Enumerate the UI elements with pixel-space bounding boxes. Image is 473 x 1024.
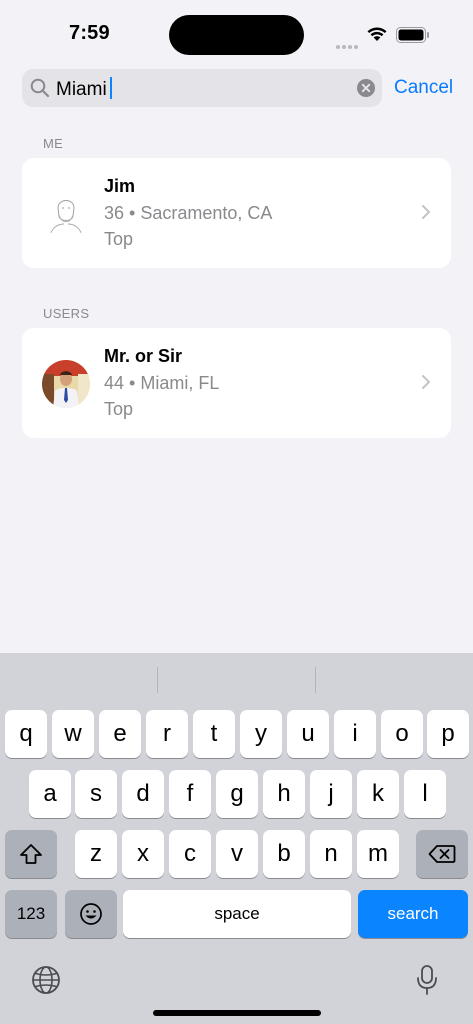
key-p[interactable]: p — [427, 710, 469, 758]
user-tag: Top — [104, 229, 134, 249]
wifi-icon — [367, 27, 387, 41]
text-cursor — [109, 77, 112, 99]
key-w[interactable]: w — [52, 710, 94, 758]
key-d[interactable]: d — [122, 770, 164, 818]
globe-icon[interactable] — [31, 965, 61, 995]
chevron-right-icon — [422, 205, 430, 219]
key-q[interactable]: q — [5, 710, 47, 758]
search-input[interactable]: Miami — [56, 77, 112, 101]
key-r[interactable]: r — [146, 710, 188, 758]
numbers-key[interactable]: 123 — [5, 890, 57, 938]
key-f[interactable]: f — [169, 770, 211, 818]
list-item-me[interactable]: Jim 36 • Sacramento, CA Top — [22, 158, 451, 268]
key-v[interactable]: v — [216, 830, 258, 878]
suggestion-divider — [157, 667, 158, 693]
user-age-location: 36 • Sacramento, CA — [104, 203, 273, 223]
search-query: Miami — [56, 79, 107, 100]
key-g[interactable]: g — [216, 770, 258, 818]
key-e[interactable]: e — [99, 710, 141, 758]
key-z[interactable]: z — [75, 830, 117, 878]
section-header-me: ME — [43, 136, 64, 151]
key-m[interactable]: m — [357, 830, 399, 878]
key-u[interactable]: u — [287, 710, 329, 758]
key-x[interactable]: x — [122, 830, 164, 878]
status-bar: 7:59 — [0, 0, 473, 60]
shift-icon — [20, 844, 42, 864]
key-a[interactable]: a — [29, 770, 71, 818]
key-n[interactable]: n — [310, 830, 352, 878]
key-i[interactable]: i — [334, 710, 376, 758]
key-l[interactable]: l — [404, 770, 446, 818]
avatar — [42, 360, 90, 408]
section-header-users: USERS — [43, 306, 90, 321]
chevron-right-icon — [422, 375, 430, 389]
space-key[interactable]: space — [123, 890, 351, 938]
emoji-key[interactable] — [65, 890, 117, 938]
suggestion-divider — [315, 667, 316, 693]
clear-icon[interactable] — [357, 79, 375, 97]
user-tag: Top — [104, 399, 134, 419]
sketch-portrait-icon — [42, 190, 90, 238]
key-b[interactable]: b — [263, 830, 305, 878]
user-name: Jim — [104, 176, 136, 196]
list-item-user[interactable]: Mr. or Sir 44 • Miami, FL Top — [22, 328, 451, 438]
emoji-icon — [80, 903, 102, 925]
key-y[interactable]: y — [240, 710, 282, 758]
key-t[interactable]: t — [193, 710, 235, 758]
cancel-button[interactable]: Cancel — [394, 77, 453, 99]
key-s[interactable]: s — [75, 770, 117, 818]
user-photo-icon — [42, 360, 90, 408]
search-key[interactable]: search — [358, 890, 468, 938]
avatar — [42, 190, 90, 238]
delete-key[interactable] — [416, 830, 468, 878]
dynamic-island — [169, 15, 304, 55]
cellular-signal-icon — [336, 36, 360, 54]
battery-icon — [396, 27, 429, 43]
status-time: 7:59 — [69, 22, 110, 44]
key-j[interactable]: j — [310, 770, 352, 818]
search-field[interactable]: Miami — [22, 69, 382, 107]
user-age-location: 44 • Miami, FL — [104, 373, 220, 393]
key-k[interactable]: k — [357, 770, 399, 818]
keyboard: q w e r t y u i o p a s d f g h j k l z … — [0, 653, 473, 1024]
user-name: Mr. or Sir — [104, 346, 183, 366]
search-icon — [30, 78, 50, 98]
key-h[interactable]: h — [263, 770, 305, 818]
delete-icon — [428, 845, 456, 863]
shift-key[interactable] — [5, 830, 57, 878]
key-c[interactable]: c — [169, 830, 211, 878]
home-indicator — [153, 1010, 321, 1016]
microphone-icon[interactable] — [415, 964, 439, 996]
key-o[interactable]: o — [381, 710, 423, 758]
